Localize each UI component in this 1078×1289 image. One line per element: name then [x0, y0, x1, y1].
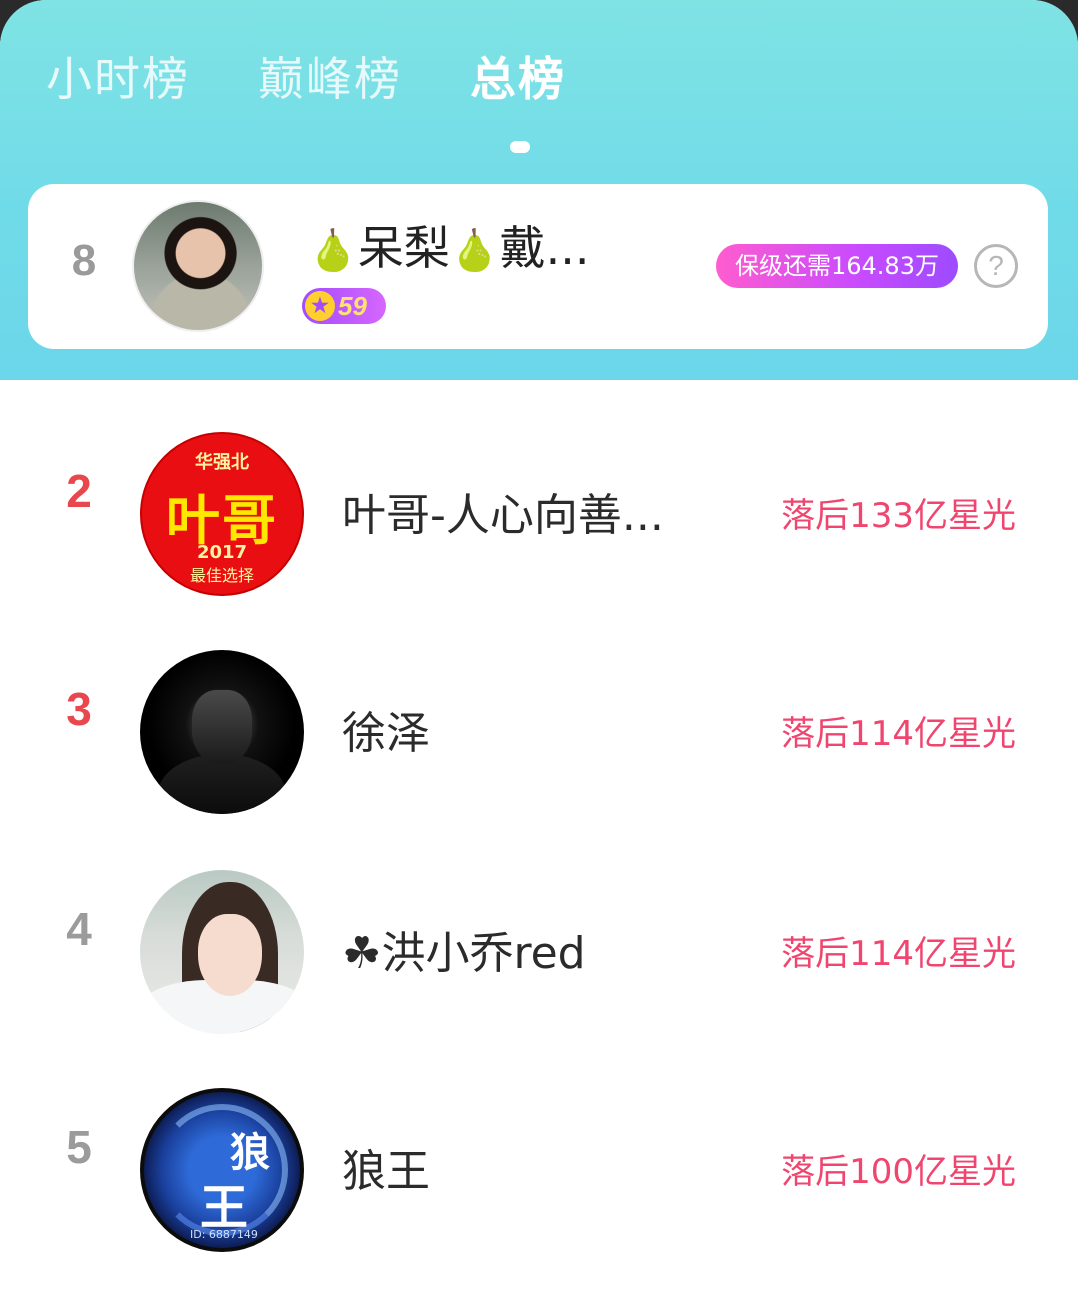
keep-level-badge: 保级还需164.83万: [716, 244, 958, 288]
my-rank-number: 8: [71, 236, 97, 285]
avatar[interactable]: [140, 650, 304, 814]
avatar-text: 最佳选择: [189, 566, 254, 585]
user-name: 狼王: [342, 1146, 430, 1197]
tab-hourly[interactable]: 小时榜: [46, 44, 190, 114]
avatar[interactable]: 华强北 叶哥 2017 最佳选择: [140, 432, 304, 596]
rank-number: 5: [66, 1121, 92, 1173]
rank-number: 4: [66, 903, 92, 955]
user-name: 叶哥-人心向善...: [342, 490, 664, 541]
leaderboard-panel: 小时榜 巅峰榜 总榜 8 🍐呆梨🍐戴... ★ 59 保级还需164.83万 ?…: [0, 0, 1078, 1289]
rank-number: 2: [66, 465, 92, 517]
avatar[interactable]: [140, 870, 304, 1034]
user-name: ☘洪小乔red: [342, 928, 586, 979]
active-tab-indicator: [510, 141, 530, 153]
list-item[interactable]: 3 徐泽 落后114亿星光: [0, 626, 1078, 814]
my-name: 🍐呆梨🍐戴...: [308, 220, 590, 279]
behind-text: 落后100亿星光: [781, 1152, 1016, 1192]
tab-peak[interactable]: 巅峰榜: [258, 44, 402, 114]
pear-icon: 🍐: [449, 228, 500, 274]
behind-text: 落后114亿星光: [781, 934, 1016, 974]
user-name: 徐泽: [342, 708, 430, 759]
rank-number: 3: [66, 683, 92, 735]
avatar-text: 华强北: [195, 452, 249, 473]
avatar-text: ID: 6887149: [190, 1228, 258, 1241]
level-badge: ★ 59: [302, 288, 386, 324]
leaderboard-header: 小时榜 巅峰榜 总榜 8 🍐呆梨🍐戴... ★ 59 保级还需164.83万 ?: [0, 0, 1078, 380]
tab-overall[interactable]: 总榜: [470, 44, 566, 114]
list-item[interactable]: 4 ☘洪小乔red 落后114亿星光: [0, 846, 1078, 1034]
avatar[interactable]: 狼 王 ID: 6887149: [140, 1088, 304, 1252]
pear-icon: 🍐: [308, 228, 358, 274]
my-name-text: 呆梨: [357, 221, 450, 275]
my-rank-card[interactable]: 8 🍐呆梨🍐戴... ★ 59 保级还需164.83万 ?: [28, 184, 1048, 349]
my-name-suffix: 戴...: [499, 221, 590, 275]
list-item[interactable]: 2 华强北 叶哥 2017 最佳选择 叶哥-人心向善... 落后133亿星光: [0, 408, 1078, 596]
level-number: 59: [338, 291, 367, 321]
star-icon: ★: [305, 291, 335, 321]
behind-text: 落后133亿星光: [781, 496, 1016, 536]
avatar-text: 2017: [196, 542, 248, 563]
question-mark-icon[interactable]: ?: [974, 244, 1018, 288]
behind-text: 落后114亿星光: [781, 714, 1016, 754]
tab-bar: 小时榜 巅峰榜 总榜: [0, 44, 1078, 124]
list-item[interactable]: 5 狼 王 ID: 6887149 狼王 落后100亿星光: [0, 1064, 1078, 1252]
my-avatar[interactable]: [132, 200, 264, 332]
